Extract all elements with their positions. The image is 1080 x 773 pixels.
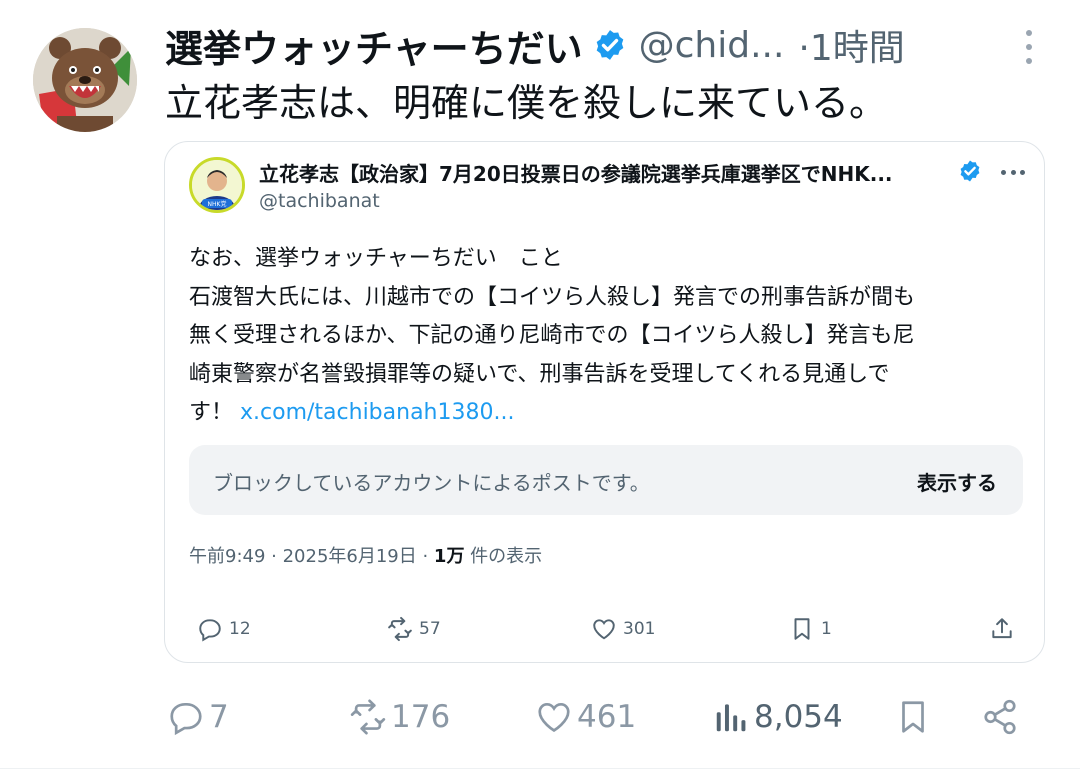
views-chart-icon	[716, 704, 746, 732]
quoted-text-line-last: す！ x.com/tachibanah1380...	[189, 394, 1029, 433]
quoted-bookmark-count: 1	[821, 619, 832, 639]
share-nodes-icon	[984, 699, 1016, 735]
quoted-text-line: 崎東警察が名誉毀損罪等の疑いで、刑事告訴を受理してくれる見通しで	[189, 361, 890, 387]
quoted-text-line: 石渡智大氏には、川越市での【コイツら人殺し】発言での刑事告訴が間も	[189, 284, 916, 310]
quoted-bookmark-button[interactable]: 1	[789, 616, 832, 642]
tweet-action-bar: 7 176 461 8,054	[167, 698, 1027, 742]
quoted-tweet-text: なお、選挙ウォッチャーちだい こと 石渡智大氏には、川越市での【コイツら人殺し】…	[189, 240, 1029, 433]
author-display-name[interactable]: 選挙ウォッチャーちだい	[165, 18, 583, 73]
repost-icon	[388, 616, 412, 642]
quoted-author-handle[interactable]: @tachibanat	[259, 190, 380, 212]
blocked-post-notice: ブロックしているアカウントによるポストです。 表示する	[189, 445, 1023, 515]
repost-button[interactable]: 176	[349, 698, 450, 736]
quoted-verified-badge-icon	[958, 159, 982, 183]
blocked-post-message: ブロックしているアカウントによるポストです。	[213, 471, 650, 495]
reply-icon	[170, 702, 202, 736]
author-avatar[interactable]	[33, 28, 137, 132]
tweet-text: 立花孝志は、明確に僕を殺しに来ている。	[165, 81, 888, 125]
views-button[interactable]: 8,054	[712, 698, 843, 736]
repost-icon	[350, 699, 386, 735]
reply-icon	[199, 619, 221, 642]
quoted-reply-button[interactable]: 12	[197, 616, 251, 642]
show-blocked-post-button[interactable]: 表示する	[917, 467, 997, 496]
divider	[0, 768, 1080, 769]
quoted-action-bar: 12 57 301 1	[189, 612, 1019, 648]
reply-count: 7	[209, 699, 229, 735]
quoted-tweet-card[interactable]: NHK党 立花孝志【政治家】7月20日投票日の参議院選挙兵庫選挙区でNHK...…	[164, 141, 1045, 663]
quoted-text-line: 無く受理されるほか、下記の通り尼崎市での【コイツら人殺し】発言も尼	[189, 323, 915, 348]
quoted-text-line: なお、選挙ウォッチャーちだい こと	[189, 246, 563, 271]
quoted-reply-count: 12	[229, 619, 251, 639]
quoted-like-count: 301	[623, 619, 656, 639]
quoted-author-avatar[interactable]: NHK党	[189, 157, 245, 213]
quoted-author-display-name[interactable]: 立花孝志【政治家】7月20日投票日の参議院選挙兵庫選挙区でNHK...	[259, 158, 893, 187]
verified-badge-icon	[593, 28, 627, 62]
bookmark-icon	[902, 701, 924, 733]
bookmark-button[interactable]	[894, 698, 936, 736]
bookmark-icon	[794, 618, 810, 640]
share-icon	[992, 618, 1012, 639]
quoted-views-label: 件の表示	[464, 546, 543, 567]
like-count: 461	[577, 699, 637, 735]
heart-icon	[593, 619, 615, 640]
share-button[interactable]	[981, 698, 1023, 736]
reply-button[interactable]: 7	[167, 698, 229, 736]
like-button[interactable]: 461	[535, 698, 636, 736]
tweet-header: 選挙ウォッチャーちだい @chid... ·1時間	[165, 18, 1045, 72]
author-handle[interactable]: @chid...	[639, 25, 785, 66]
quoted-tweet-meta: 午前9:49 · 2025年6月19日 · 1万 件の表示	[189, 542, 542, 568]
quoted-repost-button[interactable]: 57	[387, 616, 441, 642]
bear-avatar-icon	[33, 28, 137, 132]
quoted-link[interactable]: x.com/tachibanah1380...	[240, 400, 514, 425]
repost-count: 176	[391, 699, 451, 735]
quoted-repost-count: 57	[419, 619, 441, 639]
quoted-views-count: 1万	[433, 546, 465, 567]
person-photo-icon: NHK党	[192, 160, 242, 210]
quoted-timestamp[interactable]: 午前9:49 · 2025年6月19日 ·	[189, 546, 434, 567]
more-options-icon[interactable]	[1026, 30, 1034, 64]
tweet-time[interactable]: ·1時間	[798, 19, 904, 71]
quoted-text-suffix: す！	[189, 400, 234, 425]
views-count: 8,054	[754, 699, 843, 735]
nhk-party-badge: NHK党	[208, 200, 227, 208]
quoted-more-options-icon[interactable]	[1001, 170, 1025, 176]
heart-icon	[538, 702, 570, 733]
quoted-like-button[interactable]: 301	[591, 616, 655, 642]
quoted-share-button[interactable]	[989, 616, 1021, 642]
